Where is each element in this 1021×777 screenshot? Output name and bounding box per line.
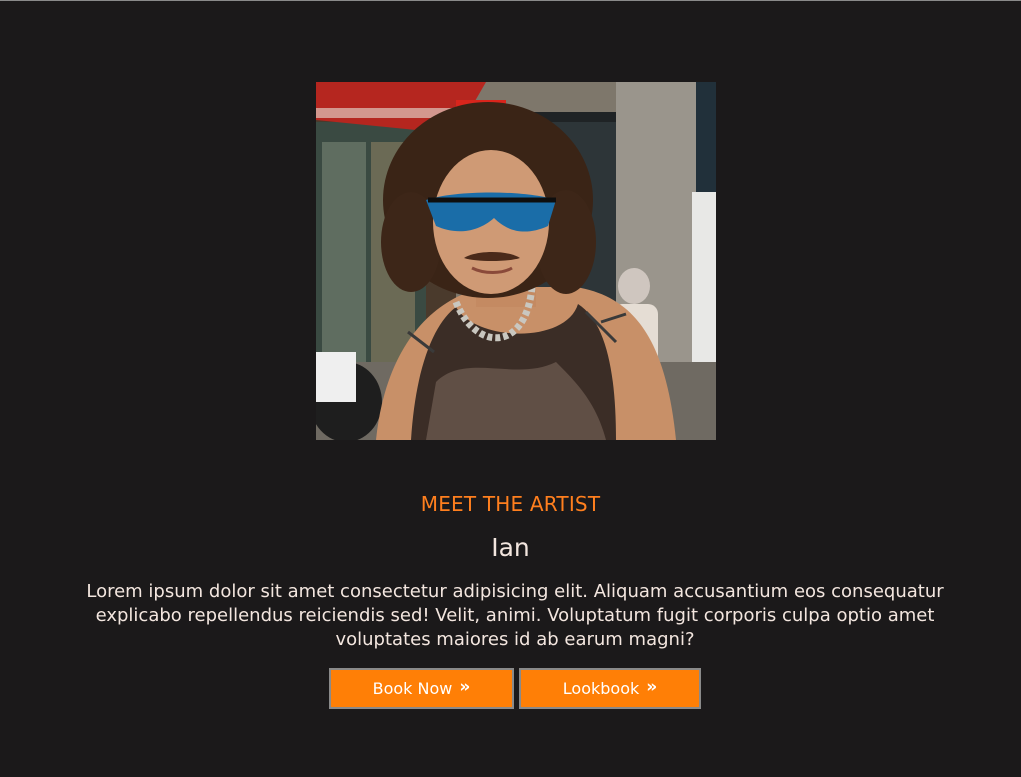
section-eyebrow: MEET THE ARTIST [420, 492, 601, 516]
lookbook-button[interactable]: Lookbook » [519, 668, 701, 709]
artist-photo [316, 82, 716, 440]
action-buttons: Book Now » Lookbook » [329, 668, 701, 709]
artist-bio: Lorem ipsum dolor sit amet consectetur a… [86, 581, 944, 650]
top-border [0, 0, 1021, 1]
artist-name: Ian [491, 533, 530, 562]
book-now-label: Book Now [372, 679, 453, 698]
double-chevron-right-icon: » [646, 676, 658, 697]
book-now-button[interactable]: Book Now » [329, 668, 514, 709]
double-chevron-right-icon: » [459, 676, 471, 697]
lookbook-label: Lookbook [562, 679, 640, 698]
